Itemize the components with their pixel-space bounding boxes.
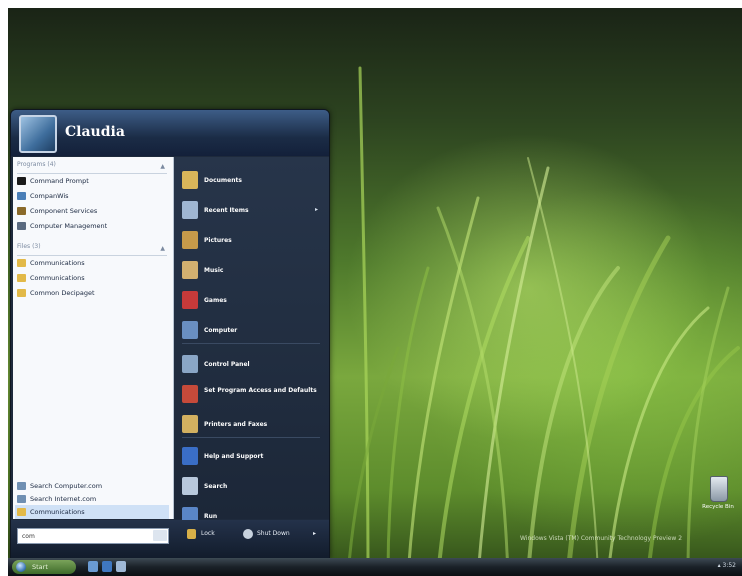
place-item[interactable]: Pictures xyxy=(176,227,326,253)
program-result[interactable]: CompanWis xyxy=(15,189,169,203)
item-label: Component Services xyxy=(30,207,98,215)
place-label: Pictures xyxy=(204,237,232,244)
separator xyxy=(182,437,320,438)
item-icon xyxy=(17,259,26,267)
place-label: Printers and Faxes xyxy=(204,421,268,428)
user-avatar[interactable] xyxy=(19,115,57,153)
lock-icon xyxy=(187,529,196,539)
program-result[interactable]: Command Prompt xyxy=(15,174,169,188)
start-menu-footer: Lock Shut Down ▸ xyxy=(11,520,329,558)
place-label: Set Program Access and Defaults xyxy=(204,387,317,394)
places-pane: Documents Recent Items ▸ Pictures Music Games… xyxy=(174,157,329,525)
place-label: Search xyxy=(204,483,228,490)
power-icon xyxy=(243,529,253,539)
item-label: Command Prompt xyxy=(30,177,89,185)
desktop: Claudia Programs (4) ▲ Command Prompt Com… xyxy=(8,8,742,576)
place-icon xyxy=(182,231,198,249)
show-desktop-icon[interactable] xyxy=(88,561,98,572)
place-icon xyxy=(182,321,198,339)
chevron-up-icon: ▲ xyxy=(160,163,165,170)
item-label: Communications xyxy=(30,274,85,282)
item-icon xyxy=(17,207,26,215)
search-field[interactable] xyxy=(17,528,169,544)
start-menu-header: Claudia xyxy=(11,110,329,156)
item-icon xyxy=(17,508,26,516)
item-label: Computer Management xyxy=(30,222,108,230)
file-result[interactable]: Common Decipaget xyxy=(15,286,169,300)
search-results-pane: Programs (4) ▲ Command Prompt CompanWis Co… xyxy=(13,157,174,519)
files-group-header[interactable]: Files (3) ▲ xyxy=(17,243,167,256)
search-link[interactable]: Communications xyxy=(15,505,169,519)
programs-group-header[interactable]: Programs (4) ▲ xyxy=(17,161,167,174)
place-item[interactable]: Set Program Access and Defaults xyxy=(176,381,326,407)
file-result[interactable]: Communications xyxy=(15,271,169,285)
place-item[interactable]: Computer xyxy=(176,317,326,343)
file-result[interactable]: Communications xyxy=(15,256,169,270)
place-icon xyxy=(182,171,198,189)
place-label: Games xyxy=(204,297,227,304)
taskbar: Start ▴ 3:52 xyxy=(8,558,742,576)
place-label: Recent Items xyxy=(204,207,249,214)
start-button[interactable]: Start xyxy=(12,560,76,574)
place-icon xyxy=(182,385,198,403)
search-link[interactable]: Search Computer.com xyxy=(15,479,169,493)
item-icon xyxy=(17,177,26,185)
place-icon xyxy=(182,291,198,309)
place-item[interactable]: Games xyxy=(176,287,326,313)
item-label: Communications xyxy=(30,508,85,516)
recycle-bin-desktop-icon[interactable]: Recycle Bin xyxy=(698,476,738,522)
separator xyxy=(182,343,320,344)
item-icon xyxy=(17,192,26,200)
place-icon xyxy=(182,201,198,219)
place-item[interactable]: Help and Support xyxy=(176,443,326,469)
place-item[interactable]: Printers and Faxes xyxy=(176,411,326,437)
item-label: Search Internet.com xyxy=(30,495,97,503)
internet-explorer-icon[interactable] xyxy=(102,561,112,572)
place-label: Control Panel xyxy=(204,361,250,368)
search-input[interactable] xyxy=(18,529,150,543)
item-icon xyxy=(17,482,26,490)
place-label: Music xyxy=(204,267,224,274)
place-label: Help and Support xyxy=(204,453,264,460)
search-link[interactable]: Search Internet.com xyxy=(15,492,169,506)
place-item[interactable]: Music xyxy=(176,257,326,283)
item-icon xyxy=(17,274,26,282)
program-result[interactable]: Computer Management xyxy=(15,219,169,233)
place-icon xyxy=(182,415,198,433)
item-label: Search Computer.com xyxy=(30,482,103,490)
recycle-bin-icon xyxy=(710,476,728,502)
item-label: Common Decipaget xyxy=(30,289,95,297)
switch-windows-icon[interactable] xyxy=(116,561,126,572)
item-label: Communications xyxy=(30,259,85,267)
place-icon xyxy=(182,261,198,279)
place-item[interactable]: Control Panel xyxy=(176,351,326,377)
item-label: CompanWis xyxy=(30,192,69,200)
item-icon xyxy=(17,289,26,297)
place-item[interactable]: Search xyxy=(176,473,326,499)
place-item[interactable]: Documents xyxy=(176,167,326,193)
build-watermark: Windows Vista (TM) Community Technology … xyxy=(520,535,683,542)
recycle-bin-label: Recycle Bin xyxy=(702,504,734,510)
place-icon xyxy=(182,447,198,465)
start-menu: Claudia Programs (4) ▲ Command Prompt Com… xyxy=(10,109,330,559)
chevron-up-icon: ▲ xyxy=(160,245,165,252)
program-result[interactable]: Component Services xyxy=(15,204,169,218)
submenu-arrow-icon: ▸ xyxy=(314,206,318,213)
place-label: Documents xyxy=(204,177,242,184)
place-icon xyxy=(182,477,198,495)
place-label: Computer xyxy=(204,327,238,334)
place-icon xyxy=(182,355,198,373)
shut-down-options-arrow-icon[interactable]: ▸ xyxy=(313,526,316,542)
system-tray[interactable]: ▴ 3:52 xyxy=(718,562,736,569)
place-item[interactable]: Recent Items ▸ xyxy=(176,197,326,223)
item-icon xyxy=(17,222,26,230)
user-name: Claudia xyxy=(65,124,125,140)
search-go-icon[interactable] xyxy=(153,530,167,541)
windows-orb-icon xyxy=(16,562,26,572)
place-label: Run xyxy=(204,513,218,520)
item-icon xyxy=(17,495,26,503)
